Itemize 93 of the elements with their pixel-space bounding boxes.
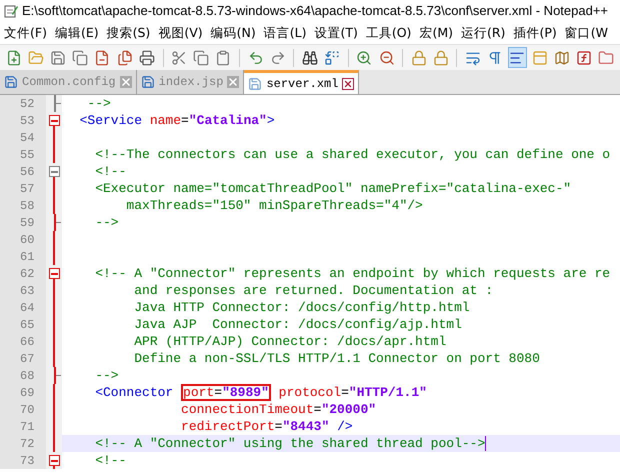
code-text: APR (HTTP/AJP) Connector: /docs/apr.html	[133, 332, 446, 351]
menu-item[interactable]: 编辑(E)	[50, 24, 103, 42]
highlight-box: port="8989"	[181, 384, 271, 401]
replace-icon	[324, 50, 340, 66]
save-icon	[50, 50, 66, 66]
close-file-icon	[94, 50, 110, 66]
close-icon[interactable]	[342, 78, 354, 90]
redo-icon	[270, 50, 286, 66]
line-number: 72	[20, 436, 34, 452]
find-icon	[302, 50, 318, 66]
folder-icon	[598, 50, 614, 66]
folder-icon	[28, 50, 44, 66]
code-text: <!-- A "Connector" using the shared thread pool-->	[94, 434, 486, 453]
code-text: <Executor name="tomcatThreadPool" namePrefix="catalina-exec-"	[94, 180, 572, 198]
line-number: 64	[20, 300, 34, 316]
line-number: 59	[20, 214, 34, 232]
fold-marker-icon[interactable]	[48, 268, 60, 279]
paste-icon	[215, 50, 232, 66]
line-number: 67	[20, 350, 34, 368]
notepad-icon	[4, 4, 18, 18]
line-number: 54	[20, 130, 34, 146]
line-number: 55	[20, 146, 34, 164]
window-title: E:\soft\tomcat\apache-tomcat-8.5.73-windows-x64\apache-tomcat-8.5.73\conf\server.xml - Notepad++	[22, 2, 608, 20]
line-number: 58	[20, 198, 34, 214]
map-icon	[554, 50, 570, 66]
lock-icon	[432, 50, 449, 66]
line-number: 57	[20, 180, 34, 198]
menu-item[interactable]: 文件(F)	[0, 24, 51, 42]
menu-item[interactable]: 插件(P)	[509, 24, 561, 42]
line-number: 53	[20, 112, 34, 130]
print-icon	[138, 50, 155, 66]
tab-label: server.xml	[266, 76, 338, 92]
menu-item[interactable]: 搜索(S)	[102, 24, 154, 42]
line-number: 71	[20, 418, 34, 436]
fold-marker-icon[interactable]	[48, 115, 60, 126]
floppy-icon	[140, 75, 155, 89]
line-number: 69	[20, 384, 34, 402]
menu-item[interactable]: 视图(V)	[154, 24, 207, 42]
code-text: Java AJP Connector: /docs/config/ajp.html	[133, 316, 462, 334]
code-text: <!--	[94, 162, 126, 181]
code-text: Java HTTP Connector: /docs/config/http.html	[133, 298, 470, 317]
code-text: maxThreads="150" minSpareThreads="4"/>	[125, 196, 423, 215]
copy-icon	[193, 50, 210, 66]
wrap-icon	[464, 50, 481, 66]
undo-icon	[248, 50, 264, 66]
floppy-icon	[248, 76, 262, 90]
code-text: -->	[86, 95, 111, 113]
menu-item[interactable]: 宏(M)	[415, 24, 457, 42]
code-text: <!--	[94, 452, 126, 470]
zoom-out-icon	[378, 50, 395, 66]
line-number: 56	[20, 164, 34, 180]
code-text: -->	[94, 366, 119, 385]
line-number: 65	[20, 316, 34, 334]
menu-item[interactable]: 窗口(W	[560, 24, 612, 42]
line-number: 73	[20, 452, 34, 470]
code-text: <Service name="Catalina">	[78, 112, 275, 130]
cut-icon	[171, 50, 188, 66]
line-number: 66	[20, 334, 34, 350]
toolbar-button[interactable]	[508, 47, 528, 68]
fold-marker-icon[interactable]	[48, 166, 60, 177]
code-text: connectionTimeout="20000"	[180, 400, 376, 419]
line-number: 63	[20, 282, 34, 300]
tab-label: Common.config	[22, 74, 116, 91]
zoom-in-icon	[356, 50, 372, 66]
menu-item[interactable]: 编码(N)	[206, 24, 260, 42]
menu-item[interactable]: 设置(T)	[310, 24, 362, 42]
floppy-icon	[4, 75, 18, 89]
line-number: 68	[20, 368, 34, 384]
code-text: -->	[94, 214, 119, 232]
code-text: Define a non-SSL/TLS HTTP/1.1 Connector on port 8080	[133, 350, 540, 368]
panel-icon	[532, 50, 548, 66]
code-text: <Connector	[94, 384, 174, 402]
code-text: redirectPort="8443" />	[180, 418, 353, 436]
line-number: 62	[20, 266, 34, 282]
code-text: <!-- A "Connector" represents an endpoint by which requests are re	[94, 264, 610, 283]
code-text: protocol="HTTP/1.1"	[278, 384, 427, 402]
line-number: 60	[20, 232, 34, 248]
fold-marker-icon[interactable]	[48, 455, 60, 466]
text-cursor	[485, 436, 486, 451]
line-number: 61	[20, 248, 34, 266]
code-text: and responses are returned. Documentation at :	[133, 282, 494, 300]
menu-item[interactable]: 运行(R)	[456, 24, 510, 42]
code-text: <!--The connectors can use a shared executor, you can define one o	[94, 146, 610, 164]
new-file-icon	[6, 50, 22, 66]
line-number: 52	[20, 96, 34, 112]
indent-guide-icon	[509, 50, 526, 66]
menu-item[interactable]: 语言(L)	[260, 24, 310, 42]
tab-label: index.jsp	[158, 74, 224, 91]
line-number: 70	[20, 402, 34, 418]
editor-tab[interactable]: server.xml	[244, 70, 360, 94]
function-icon	[576, 50, 592, 66]
menu-item[interactable]: 工具(O)	[362, 24, 416, 42]
lock-icon	[410, 50, 427, 66]
